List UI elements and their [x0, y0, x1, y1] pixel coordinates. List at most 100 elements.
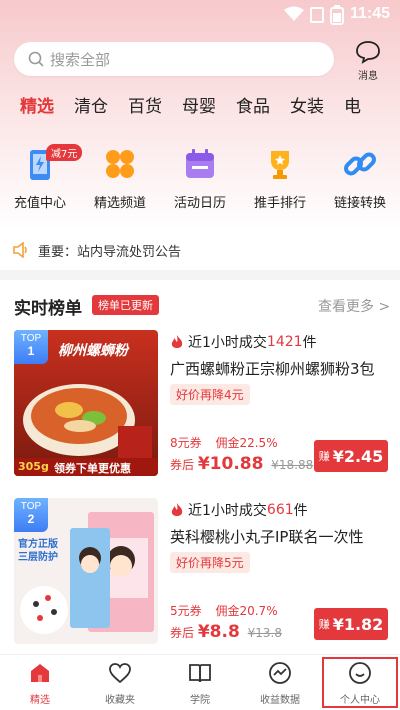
- quick-calendar[interactable]: 活动日历: [160, 146, 240, 218]
- search-input[interactable]: 搜索全部: [14, 42, 334, 76]
- sales-info: 近1小时成交 1421 件: [170, 332, 317, 352]
- rank-updated-badge: 榜单已更新: [92, 295, 159, 315]
- search-placeholder: 搜索全部: [50, 50, 111, 69]
- tab-muying[interactable]: 母婴: [182, 92, 216, 128]
- wifi-icon: [284, 6, 304, 21]
- product-image[interactable]: TOP 1 柳州螺蛳粉 305g 领券下单更优惠: [14, 330, 158, 476]
- commission-rate: 佣金20.7%: [215, 604, 278, 618]
- quick-entry-row: 减7元 充值中心 精选频道 活动日历 推手排行 链接转换: [0, 144, 400, 218]
- message-label: 消息: [358, 71, 378, 82]
- sales-suffix: 件: [293, 503, 308, 519]
- notice-text: 重要：站内导流处罚公告: [38, 244, 182, 260]
- nav-earnings[interactable]: 收益数据: [240, 655, 320, 710]
- quick-label: 精选频道: [93, 196, 146, 211]
- rank-tag-number: 2: [27, 512, 35, 526]
- nav-home[interactable]: 精选: [0, 655, 80, 710]
- earn-label: 赚: [318, 618, 330, 631]
- after-label: 券后: [170, 626, 195, 640]
- sales-number: 661: [266, 502, 294, 518]
- rank-more-link[interactable]: 查看更多 >: [318, 296, 390, 316]
- coupon-value: 8元券: [170, 436, 202, 450]
- home-icon: [31, 664, 49, 682]
- link-icon: [342, 146, 378, 182]
- speaker-icon: [13, 242, 27, 258]
- after-label: 券后: [170, 458, 195, 472]
- coupon-line: 8元券 佣金22.5%: [170, 434, 288, 451]
- image-weight-text: 305g: [18, 460, 49, 473]
- price-cut-tag: 好价再降5元: [170, 552, 250, 573]
- quick-label: 推手排行: [253, 196, 306, 211]
- product-title[interactable]: 英科樱桃小丸子IP联名一次性: [170, 526, 390, 547]
- after-coupon-price: 券后 ¥10.88 ¥18.88: [170, 454, 313, 474]
- tab-nvzhuang[interactable]: 女装: [290, 92, 324, 128]
- quick-recharge[interactable]: 减7元 充值中心: [0, 144, 83, 218]
- category-tabs: 精选 清仓 百货 母婴 食品 女装 电: [0, 92, 400, 128]
- bottom-nav: 精选 收藏夹 学院 收益数据 个人中心: [0, 654, 400, 710]
- nav-label: 学院: [190, 695, 210, 706]
- heart-icon: [109, 663, 131, 684]
- earn-button[interactable]: 赚 ¥1.82: [314, 608, 388, 640]
- sales-info: 近1小时成交 661 件: [170, 500, 308, 520]
- quick-label: 链接转换: [333, 196, 386, 211]
- tab-qingcang[interactable]: 清仓: [74, 92, 108, 128]
- image-banner-text: 领券下单更优惠: [54, 462, 131, 475]
- product-title[interactable]: 广西螺蛳粉正宗柳州螺狮粉3包: [170, 358, 390, 379]
- price-cut-tag: 好价再降4元: [170, 384, 250, 405]
- product-card[interactable]: TOP 2 官方正版 三层防护 近1小时成交 661 件 英科樱桃小丸子IP联名…: [0, 498, 400, 648]
- nav-label: 精选: [30, 695, 50, 706]
- chart-circle-icon: [269, 662, 291, 684]
- rank-tag-label: TOP: [20, 501, 42, 512]
- quick-label: 活动日历: [173, 196, 226, 211]
- coupon-line: 5元券 佣金20.7%: [170, 602, 288, 619]
- message-button[interactable]: 消息: [350, 40, 386, 82]
- search-icon: [28, 51, 44, 67]
- recharge-badge: 减7元: [46, 144, 83, 161]
- status-bar: 11:45: [0, 0, 400, 30]
- nav-profile[interactable]: 个人中心: [320, 655, 400, 710]
- tab-dian[interactable]: 电: [344, 92, 361, 128]
- tab-baihuo[interactable]: 百货: [128, 92, 162, 128]
- rank-header: 实时榜单 榜单已更新 查看更多 >: [0, 290, 400, 320]
- rank-title: 实时榜单: [14, 299, 82, 319]
- after-coupon-price: 券后 ¥8.8 ¥13.8: [170, 622, 282, 642]
- quick-link-convert[interactable]: 链接转换: [320, 146, 400, 218]
- grid-flower-icon: [102, 146, 138, 182]
- commission-rate: 佣金22.5%: [215, 436, 278, 450]
- trophy-icon: [262, 146, 298, 182]
- nav-label: 收藏夹: [105, 695, 135, 706]
- nav-favorites[interactable]: 收藏夹: [80, 655, 160, 710]
- status-time: 11:45: [350, 5, 391, 22]
- sales-suffix: 件: [302, 335, 317, 351]
- smile-icon: [349, 662, 371, 684]
- fire-icon: [171, 335, 183, 348]
- quick-ranking[interactable]: 推手排行: [240, 146, 320, 218]
- rank-tag: TOP 1: [14, 330, 48, 364]
- earn-value: ¥2.45: [332, 446, 384, 466]
- product-card[interactable]: TOP 1 柳州螺蛳粉 305g 领券下单更优惠 近1小时成交 1421 件 广…: [0, 330, 400, 480]
- image-brand-text: 柳州螺蛳粉: [58, 343, 128, 359]
- book-icon: [189, 664, 211, 683]
- tab-jingxuan[interactable]: 精选: [20, 92, 54, 128]
- notice-bar[interactable]: 重要：站内导流处罚公告: [0, 232, 400, 268]
- original-price: ¥18.88: [271, 458, 314, 472]
- rank-tag-number: 1: [27, 344, 35, 358]
- sales-prefix: 近1小时成交: [188, 335, 267, 351]
- sim-icon: [310, 7, 324, 23]
- battery-icon: [330, 5, 344, 25]
- earn-button[interactable]: 赚 ¥2.45: [314, 440, 388, 472]
- nav-academy[interactable]: 学院: [160, 655, 240, 710]
- quick-channel[interactable]: 精选频道: [80, 146, 160, 218]
- price: ¥8.8: [197, 622, 240, 642]
- price: ¥10.88: [197, 454, 264, 474]
- earn-label: 赚: [318, 450, 330, 463]
- sales-prefix: 近1小时成交: [188, 503, 267, 519]
- tab-shipin[interactable]: 食品: [236, 92, 270, 128]
- rank-tag-label: TOP: [20, 333, 42, 344]
- image-feature-text: 官方正版 三层防护: [18, 539, 58, 563]
- product-image[interactable]: TOP 2 官方正版 三层防护: [14, 498, 158, 644]
- nav-label: 个人中心: [340, 695, 380, 706]
- sales-number: 1421: [266, 334, 303, 350]
- earn-value: ¥1.82: [332, 614, 384, 634]
- rank-tag: TOP 2: [14, 498, 48, 532]
- quick-label: 充值中心: [13, 196, 66, 211]
